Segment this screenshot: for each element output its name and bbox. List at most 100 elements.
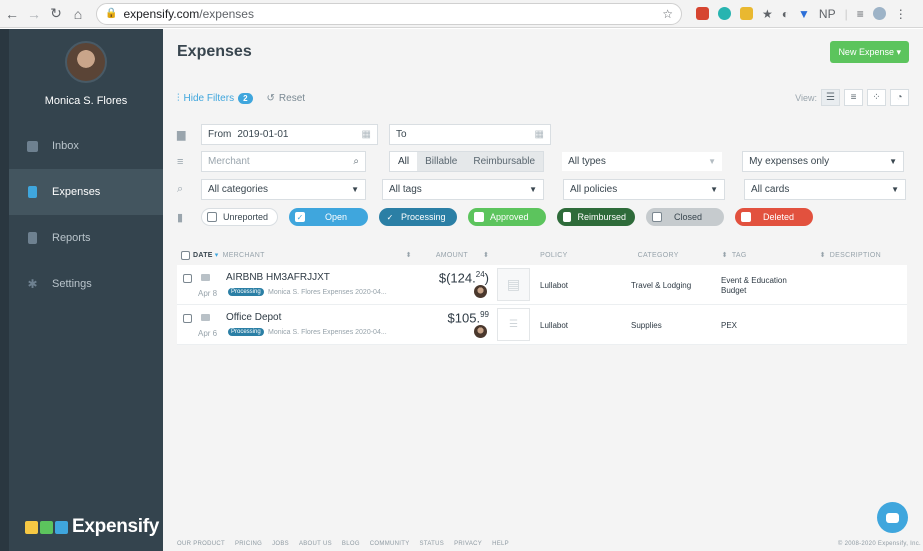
extension-np-label[interactable]: NP xyxy=(819,7,836,21)
status-approved[interactable]: Approved xyxy=(468,208,546,226)
footer-link[interactable]: ABOUT US xyxy=(299,541,332,547)
row-checkbox[interactable] xyxy=(183,274,192,283)
policies-select[interactable]: All policies ▼ xyxy=(563,179,725,200)
expenses-icon xyxy=(27,186,38,198)
header-amount[interactable]: AMOUNT xyxy=(436,252,468,259)
chat-icon xyxy=(886,512,899,523)
footer-link[interactable]: PRICING xyxy=(235,541,262,547)
sort-icon[interactable]: ⬍ xyxy=(483,251,489,259)
merchant-filter-icon: ≡ xyxy=(177,155,184,168)
search-icon[interactable]: ⌕ xyxy=(353,156,359,167)
merchant-filter-row: ≡ Merchant ⌕ All Billable Reimbursable A… xyxy=(177,151,905,172)
cards-select[interactable]: All cards ▼ xyxy=(744,179,906,200)
checkbox-icon xyxy=(207,212,217,222)
from-date-field[interactable]: From 2019-01-01 ▦ xyxy=(201,124,378,145)
extension-blue-icon[interactable]: ▼ xyxy=(798,7,810,21)
filter-sliders-icon: ⫶ xyxy=(177,93,180,104)
calendar-picker-icon[interactable]: ▦ xyxy=(362,129,371,140)
row-merchant: Office Depot xyxy=(226,312,282,323)
brand-icons xyxy=(25,520,68,534)
chat-bubble-button[interactable] xyxy=(877,502,908,533)
profile-avatar-icon[interactable] xyxy=(872,7,886,20)
header-policy[interactable]: POLICY xyxy=(540,252,567,259)
sidebar-item-inbox[interactable]: Inbox xyxy=(9,123,163,169)
reimbursable-toggle: All Billable Reimbursable xyxy=(389,151,545,172)
home-icon[interactable]: ⌂ xyxy=(68,4,88,24)
status-deleted[interactable]: Deleted xyxy=(735,208,813,226)
lock-icon: 🔒 xyxy=(105,8,118,19)
sort-icon[interactable]: ⬍ xyxy=(406,251,412,259)
to-date-field[interactable]: To ▦ xyxy=(389,124,551,145)
row-amount: $(124.24) xyxy=(438,270,489,286)
row-report-link[interactable]: Monica S. Flores Expenses 2020-04... xyxy=(268,289,387,296)
header-tag[interactable]: TAG xyxy=(732,252,747,259)
select-all-checkbox[interactable] xyxy=(181,250,190,260)
tags-select[interactable]: All tags ▼ xyxy=(382,179,544,200)
header-description[interactable]: DESCRIPTION xyxy=(830,252,881,259)
scope-select[interactable]: My expenses only ▼ xyxy=(742,151,905,172)
segment-billable[interactable]: Billable xyxy=(417,152,465,171)
reload-icon[interactable]: ↻ xyxy=(46,4,66,24)
sort-icon[interactable]: ⬍ xyxy=(722,251,728,259)
sidebar-item-settings[interactable]: ✱ Settings xyxy=(9,261,163,307)
header-date[interactable]: DATE xyxy=(193,252,213,259)
footer-link[interactable]: STATUS xyxy=(420,541,445,547)
sidebar-item-expenses[interactable]: Expenses xyxy=(9,169,163,215)
back-icon[interactable]: ← xyxy=(2,4,22,24)
extension-red-icon[interactable] xyxy=(696,7,709,20)
footer-link[interactable]: OUR PRODUCT xyxy=(177,541,225,547)
receipt-placeholder-icon[interactable]: ▤ xyxy=(497,268,530,301)
extension-list-icon[interactable]: ≡ xyxy=(857,7,864,21)
header-category[interactable]: CATEGORY xyxy=(638,252,679,259)
view-chart-icon[interactable]: ◔ xyxy=(890,89,909,106)
status-closed[interactable]: Closed xyxy=(646,208,724,226)
extension-yellow-icon[interactable] xyxy=(740,7,753,20)
footer-link[interactable]: COMMUNITY xyxy=(370,541,410,547)
row-report-link[interactable]: Monica S. Flores Expenses 2020-04... xyxy=(268,329,387,336)
table-row[interactable]: AIRBNB HM3AFRJJXT Apr 8 Processing Monic… xyxy=(177,265,907,305)
footer-link[interactable]: JOBS xyxy=(272,541,289,547)
brand-logo[interactable]: Expensify xyxy=(25,516,159,538)
sidebar-item-reports[interactable]: Reports xyxy=(9,215,163,261)
profile-section[interactable]: Monica S. Flores xyxy=(9,29,163,119)
hide-filters-button[interactable]: ⫶ Hide Filters 2 xyxy=(177,93,253,104)
extension-teal-icon[interactable] xyxy=(718,7,731,20)
row-checkbox[interactable] xyxy=(183,314,192,323)
avatar[interactable] xyxy=(65,41,107,83)
categories-select[interactable]: All categories ▼ xyxy=(201,179,366,200)
from-date-value: 2019-01-01 xyxy=(237,129,289,140)
sort-icon[interactable]: ⬍ xyxy=(820,251,826,259)
from-label: From xyxy=(208,129,232,140)
card-transaction-icon xyxy=(201,274,210,281)
search-icon: ⌕ xyxy=(177,183,184,195)
document-icon: ▮ xyxy=(177,211,184,224)
receipt-thumbnail[interactable]: ☰ xyxy=(497,308,530,341)
footer-link[interactable]: PRIVACY xyxy=(454,541,482,547)
table-row[interactable]: Office Depot Apr 6 Processing Monica S. … xyxy=(177,305,907,345)
view-grid-icon[interactable]: ⁘ xyxy=(867,89,886,106)
footer-link[interactable]: BLOG xyxy=(342,541,360,547)
status-reimbursed[interactable]: Reimbursed xyxy=(557,208,635,226)
segment-all[interactable]: All xyxy=(390,152,418,171)
segment-reimbursable[interactable]: Reimbursable xyxy=(465,152,543,171)
forward-icon[interactable]: → xyxy=(24,4,44,24)
footer-link[interactable]: HELP xyxy=(492,541,509,547)
status-open[interactable]: ✓ Open xyxy=(289,208,368,226)
calendar-picker-icon[interactable]: ▦ xyxy=(535,129,544,140)
reset-icon: ↺ xyxy=(266,93,275,104)
reset-button[interactable]: ↺ Reset xyxy=(267,93,306,104)
merchant-input[interactable]: Merchant ⌕ xyxy=(201,151,366,172)
view-compact-icon[interactable]: ≡ xyxy=(844,89,863,106)
status-unreported[interactable]: Unreported xyxy=(201,208,278,226)
extension-circle-icon[interactable]: ◐ xyxy=(782,7,789,21)
status-processing[interactable]: ✓ Processing xyxy=(379,208,457,226)
menu-kebab-icon[interactable]: ⋮ xyxy=(895,7,907,21)
new-expense-button[interactable]: New Expense ▾ xyxy=(830,41,909,63)
types-select[interactable]: All types ▼ xyxy=(561,151,724,172)
inbox-icon xyxy=(27,140,38,152)
address-bar[interactable]: 🔒 expensify.com /expenses ☆ xyxy=(96,2,682,25)
header-merchant[interactable]: MERCHANT xyxy=(223,252,265,259)
view-list-icon[interactable]: ☰ xyxy=(821,89,840,106)
extension-star-icon[interactable]: ★ xyxy=(762,7,773,21)
bookmark-star-icon[interactable]: ☆ xyxy=(662,7,673,21)
